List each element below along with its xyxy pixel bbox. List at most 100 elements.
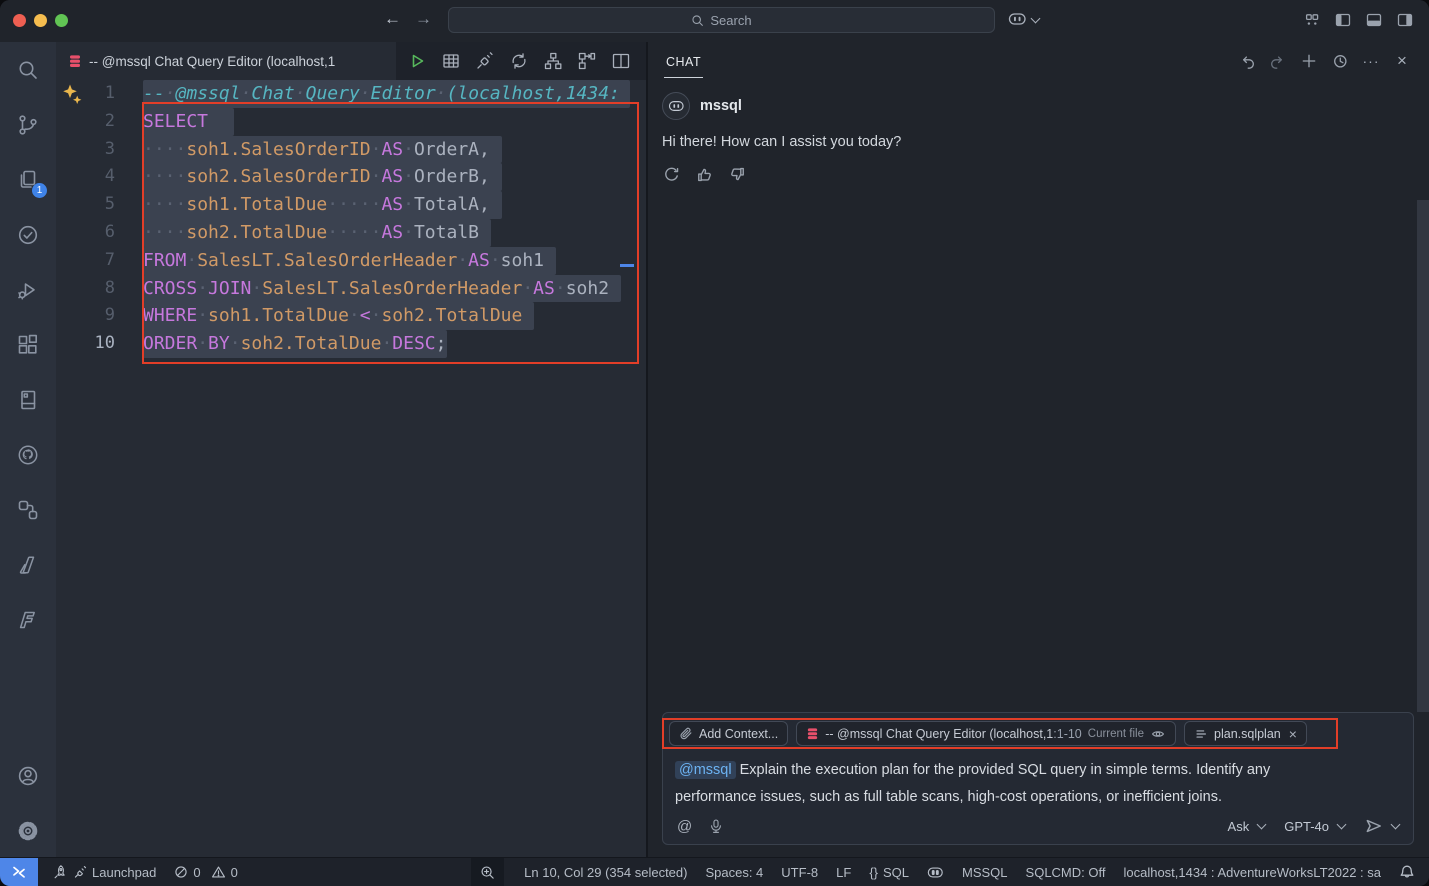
model-selector[interactable]: GPT-4o: [1284, 819, 1329, 834]
traffic-lights: [13, 14, 68, 27]
file-context-label: -- @mssql Chat Query Editor (localhost,1…: [825, 727, 1082, 741]
code-line[interactable]: 9WHERE·soh1.TotalDue·<·soh2.TotalDue: [56, 302, 646, 330]
sidebar-item-github[interactable]: [0, 427, 56, 482]
search-input[interactable]: Search: [448, 7, 995, 33]
remote-indicator[interactable]: [0, 858, 38, 886]
maximize-window-button[interactable]: [55, 14, 68, 27]
split-editor-icon[interactable]: [608, 48, 634, 74]
estimated-plan-icon[interactable]: [540, 48, 566, 74]
code-line[interactable]: 5····soh1.TotalDue·····AS·TotalA,: [56, 191, 646, 219]
toggle-panel-icon[interactable]: [1366, 12, 1382, 28]
sidebar-item-connections[interactable]: [0, 482, 56, 537]
sidebar-item-run-debug[interactable]: [0, 262, 56, 317]
plan-file-chip[interactable]: plan.sqlplan ×: [1184, 721, 1307, 746]
sidebar-item-settings[interactable]: [0, 803, 56, 858]
add-context-label: Add Context...: [699, 727, 778, 741]
undo-icon[interactable]: [1238, 52, 1256, 70]
sidebar-item-task-check[interactable]: [0, 207, 56, 262]
code-text: ····soh1.SalesOrderID·AS·OrderA,: [143, 136, 502, 164]
results-grid-icon[interactable]: [438, 48, 464, 74]
code-line[interactable]: 10ORDER·BY·soh2.TotalDue·DESC;: [56, 330, 646, 358]
eol-item[interactable]: LF: [836, 865, 851, 880]
change-connection-icon[interactable]: [506, 48, 532, 74]
minimize-window-button[interactable]: [34, 14, 47, 27]
customize-layout-icon[interactable]: [1304, 12, 1320, 28]
tab-chat[interactable]: CHAT: [664, 45, 703, 78]
chat-prompt-text[interactable]: @mssql Explain the execution plan for th…: [675, 757, 1401, 811]
back-arrow[interactable]: ←: [384, 9, 401, 29]
code-line[interactable]: 6····soh2.TotalDue·····AS·TotalB: [56, 219, 646, 247]
remove-chip-icon[interactable]: ×: [1289, 726, 1297, 742]
toggle-sidebar-icon[interactable]: [1335, 12, 1351, 28]
history-icon[interactable]: [1331, 52, 1349, 70]
disconnect-icon[interactable]: [472, 48, 498, 74]
actual-plan-icon[interactable]: [574, 48, 600, 74]
mode-selector[interactable]: Ask: [1228, 819, 1250, 834]
code-line[interactable]: 7FROM·SalesLT.SalesOrderHeader·AS·soh1: [56, 247, 646, 275]
sidebar-item-search[interactable]: [0, 42, 56, 97]
copilot-status-item[interactable]: [927, 865, 944, 880]
sidebar-item-source-control[interactable]: [0, 97, 56, 152]
file-context-chip[interactable]: -- @mssql Chat Query Editor (localhost,1…: [796, 721, 1176, 746]
code-line[interactable]: 2SELECT: [56, 108, 646, 136]
code-line[interactable]: 8CROSS·JOIN·SalesLT.SalesOrderHeader·AS·…: [56, 275, 646, 303]
code-line[interactable]: 4····soh2.SalesOrderID·AS·OrderB,: [56, 163, 646, 191]
message-text: Hi there! How can I assist you today?: [662, 134, 1413, 150]
sqlcmd-item[interactable]: SQLCMD: Off: [1026, 865, 1106, 880]
chat-scrollbar[interactable]: [1417, 200, 1429, 712]
sidebar-item-account[interactable]: [0, 748, 56, 803]
add-context-button[interactable]: Add Context...: [669, 721, 788, 746]
chevron-down-icon: [1031, 13, 1041, 23]
sidebar-item-azure[interactable]: [0, 537, 56, 592]
github-icon: [16, 443, 40, 467]
editor-toolbar: ···: [396, 42, 668, 80]
redo-icon[interactable]: [1269, 52, 1287, 70]
database-icon: [68, 54, 82, 69]
language-item[interactable]: {}SQL: [869, 865, 909, 880]
connection-item[interactable]: localhost,1434 : AdventureWorksLT2022 : …: [1123, 865, 1381, 880]
eye-icon[interactable]: [1150, 727, 1166, 741]
launchpad-item[interactable]: Launchpad: [52, 864, 156, 880]
mention-icon[interactable]: @: [677, 818, 692, 835]
code-line[interactable]: 3····soh1.SalesOrderID·AS·OrderA,: [56, 136, 646, 164]
sidebar-item-extensions[interactable]: [0, 317, 56, 372]
thumbs-up-icon[interactable]: [695, 165, 713, 183]
file-lines-icon: [1194, 727, 1208, 741]
close-icon[interactable]: ×: [1393, 52, 1411, 70]
editor-cursor: [620, 264, 634, 267]
forward-arrow[interactable]: →: [415, 9, 432, 29]
zoom-status-item[interactable]: [471, 858, 504, 886]
mssql-item[interactable]: MSSQL: [962, 865, 1008, 880]
new-chat-icon[interactable]: [1300, 52, 1318, 70]
sidebar-item-fabric[interactable]: [0, 592, 56, 647]
code-editor[interactable]: 1--·@mssql·Chat·Query·Editor·(localhost,…: [56, 80, 646, 858]
sidebar-item-notebook[interactable]: [0, 372, 56, 427]
copilot-menu[interactable]: [1008, 11, 1041, 27]
run-query-button[interactable]: [404, 48, 430, 74]
code-line[interactable]: 1--·@mssql·Chat·Query·Editor·(localhost,…: [56, 80, 646, 108]
chat-input-container[interactable]: Add Context... -- @mssql Chat Query Edit…: [662, 712, 1414, 845]
copilot-icon: [1008, 11, 1027, 27]
title-bar: ← → Search: [0, 0, 1429, 42]
more-icon[interactable]: ···: [1362, 52, 1380, 70]
database-icon: [806, 727, 819, 741]
check-circle-icon: [16, 223, 40, 247]
microphone-icon[interactable]: [708, 818, 724, 835]
thumbs-down-icon[interactable]: [728, 165, 746, 183]
line-number: 7: [56, 247, 115, 275]
prompt-line-2: performance issues, such as full table s…: [675, 789, 1222, 805]
toggle-secondary-sidebar-icon[interactable]: [1397, 12, 1413, 28]
indentation-item[interactable]: Spaces: 4: [705, 865, 763, 880]
code-text: SELECT: [143, 108, 234, 136]
close-window-button[interactable]: [13, 14, 26, 27]
send-icon[interactable]: [1364, 817, 1383, 835]
encoding-item[interactable]: UTF-8: [781, 865, 818, 880]
sidebar-item-explorer[interactable]: 1: [0, 152, 56, 207]
problems-item[interactable]: 0 0: [174, 865, 237, 880]
editor-tab[interactable]: -- @mssql Chat Query Editor (localhost,1: [56, 42, 396, 80]
code-text: ····soh1.TotalDue·····AS·TotalA,: [143, 191, 502, 219]
retry-icon[interactable]: [662, 165, 680, 183]
notifications-item[interactable]: [1399, 864, 1415, 880]
code-text: CROSS·JOIN·SalesLT.SalesOrderHeader·AS·s…: [143, 275, 621, 303]
cursor-position-item[interactable]: Ln 10, Col 29 (354 selected): [524, 865, 687, 880]
